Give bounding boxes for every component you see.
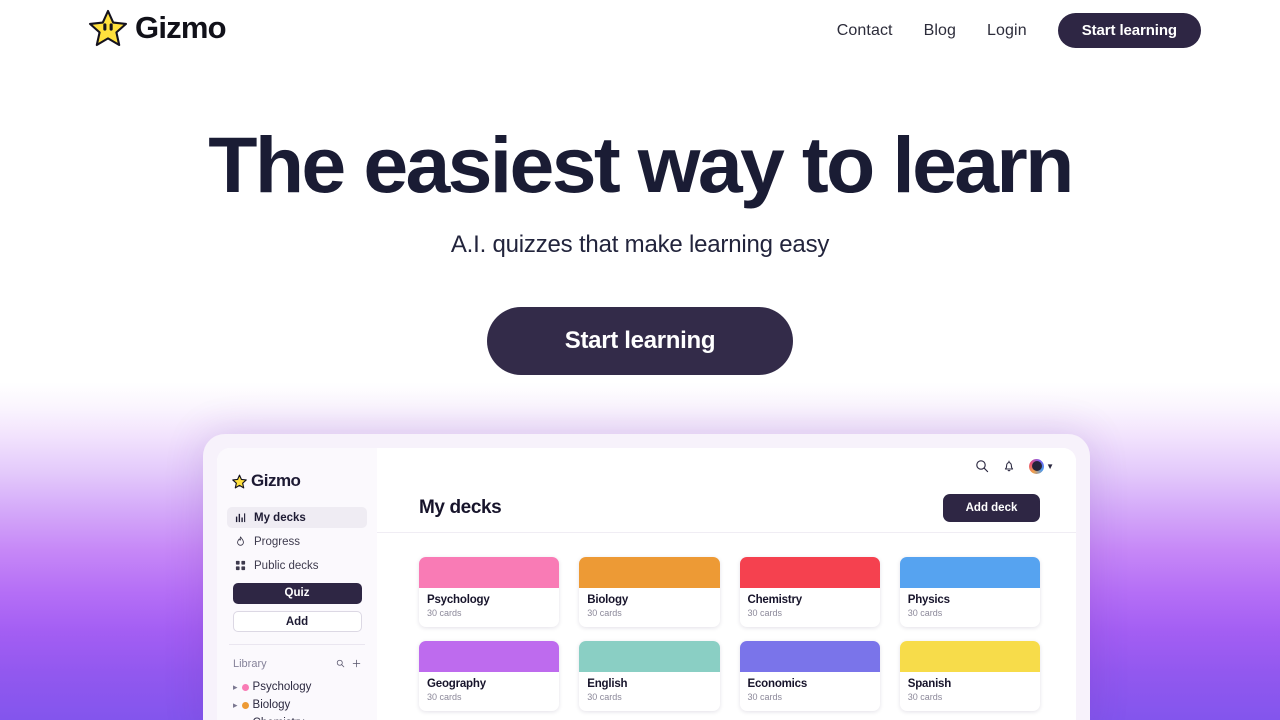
deck-color-band bbox=[579, 557, 720, 588]
quiz-button[interactable]: Quiz bbox=[232, 583, 362, 604]
deck-card-count: 30 cards bbox=[427, 692, 462, 702]
sidebar-brand-name: Gizmo bbox=[251, 471, 301, 490]
deck-color-band bbox=[419, 557, 560, 588]
deck-name: Economics bbox=[747, 678, 808, 690]
plus-icon[interactable] bbox=[352, 655, 361, 673]
deck-card-count: 30 cards bbox=[587, 692, 622, 702]
deck-color-band bbox=[579, 641, 720, 672]
deck-grid: Psychology 30 cards Biology 30 cards Che… bbox=[377, 533, 1076, 711]
page-title: My decks bbox=[419, 497, 502, 518]
deck-card[interactable]: Chemistry 30 cards bbox=[739, 557, 880, 627]
app-toolbar: ▼ bbox=[377, 448, 1076, 484]
library-title: Library bbox=[233, 658, 267, 670]
nav-link-contact[interactable]: Contact bbox=[837, 22, 893, 40]
deck-color-band bbox=[899, 641, 1040, 672]
deck-card[interactable]: English 30 cards bbox=[579, 641, 720, 711]
nav-link-login[interactable]: Login bbox=[987, 22, 1027, 40]
bell-icon[interactable] bbox=[1002, 459, 1016, 473]
page-header: My decks Add deck bbox=[377, 484, 1076, 532]
landing-page: Gizmo Contact Blog Login Start learning … bbox=[0, 0, 1280, 720]
sidebar-item-label: Public decks bbox=[254, 559, 319, 572]
deck-card[interactable]: Economics 30 cards bbox=[739, 641, 880, 711]
deck-name: English bbox=[587, 678, 628, 690]
chevron-right-icon: ▸ bbox=[233, 699, 238, 710]
hero-title: The easiest way to learn bbox=[208, 120, 1074, 209]
search-icon[interactable] bbox=[336, 655, 345, 673]
deck-card[interactable]: Biology 30 cards bbox=[579, 557, 720, 627]
add-deck-button[interactable]: Add deck bbox=[943, 494, 1040, 522]
hero-subtitle: A.I. quizzes that make learning easy bbox=[450, 231, 830, 258]
brand-name: Gizmo bbox=[135, 10, 227, 45]
library-item-biology[interactable]: ▸ Biology bbox=[227, 696, 367, 714]
library-header: Library bbox=[227, 655, 367, 673]
sidebar-item-label: Progress bbox=[254, 535, 301, 548]
deck-card[interactable]: Geography 30 cards bbox=[419, 641, 560, 711]
hero-start-learning-button[interactable]: Start learning bbox=[487, 307, 793, 375]
deck-color-band bbox=[419, 641, 560, 672]
brand-logo[interactable]: Gizmo bbox=[88, 8, 227, 48]
library-item-label: Psychology bbox=[252, 681, 312, 693]
sidebar-item-my-decks[interactable]: My decks bbox=[227, 507, 367, 528]
app-sidebar: Gizmo My decks Progress Public decks Qui… bbox=[217, 448, 377, 720]
flame-icon bbox=[235, 536, 246, 547]
library-item-chemistry[interactable]: ▸ Chemistry bbox=[227, 714, 367, 720]
nav-link-blog[interactable]: Blog bbox=[924, 22, 956, 40]
deck-card-count: 30 cards bbox=[587, 608, 622, 618]
deck-name: Biology bbox=[587, 594, 629, 606]
color-dot bbox=[241, 683, 249, 691]
grid-icon bbox=[235, 560, 246, 571]
deck-card-count: 30 cards bbox=[747, 608, 783, 618]
library-item-label: Biology bbox=[252, 699, 291, 711]
star-icon bbox=[232, 474, 247, 489]
deck-name: Physics bbox=[907, 594, 950, 606]
color-dot bbox=[241, 701, 249, 709]
deck-color-band bbox=[899, 557, 1040, 588]
deck-card[interactable]: Psychology 30 cards bbox=[419, 557, 560, 627]
sidebar-item-progress[interactable]: Progress bbox=[227, 531, 367, 552]
top-navigation-bar: Gizmo Contact Blog Login Start learning bbox=[0, 0, 1280, 62]
deck-card-count: 30 cards bbox=[907, 692, 943, 702]
chevron-right-icon: ▸ bbox=[233, 681, 238, 692]
library-item-psychology[interactable]: ▸ Psychology bbox=[227, 678, 367, 696]
user-avatar-menu[interactable]: ▼ bbox=[1029, 458, 1054, 474]
app-window: Gizmo My decks Progress Public decks Qui… bbox=[217, 448, 1076, 720]
deck-card-count: 30 cards bbox=[907, 608, 943, 618]
nav-start-learning-button[interactable]: Start learning bbox=[1057, 13, 1201, 48]
star-icon bbox=[88, 8, 128, 48]
add-button[interactable]: Add bbox=[232, 611, 362, 632]
deck-name: Spanish bbox=[907, 678, 952, 690]
chevron-down-icon: ▼ bbox=[1046, 461, 1054, 471]
deck-color-band bbox=[739, 557, 880, 588]
nav-links-group: Contact Blog Login Start learning bbox=[837, 13, 1201, 48]
app-main-panel: ▼ My decks Add deck Psychology 30 cards bbox=[377, 448, 1076, 720]
deck-name: Geography bbox=[427, 678, 486, 690]
deck-card-count: 30 cards bbox=[427, 608, 462, 618]
deck-color-band bbox=[739, 641, 880, 672]
sidebar-item-label: My decks bbox=[254, 511, 306, 524]
search-icon[interactable] bbox=[975, 459, 989, 473]
deck-card[interactable]: Physics 30 cards bbox=[899, 557, 1040, 627]
deck-card-count: 30 cards bbox=[747, 692, 783, 702]
deck-name: Psychology bbox=[427, 594, 490, 606]
deck-card[interactable]: Spanish 30 cards bbox=[899, 641, 1040, 711]
bar-chart-icon bbox=[235, 512, 246, 523]
sidebar-item-public-decks[interactable]: Public decks bbox=[227, 555, 367, 576]
deck-name: Chemistry bbox=[747, 594, 803, 606]
avatar bbox=[1029, 458, 1045, 474]
app-mockup-frame: Gizmo My decks Progress Public decks Qui… bbox=[203, 434, 1090, 720]
sidebar-divider bbox=[229, 644, 365, 645]
sidebar-brand[interactable]: Gizmo bbox=[232, 471, 367, 491]
